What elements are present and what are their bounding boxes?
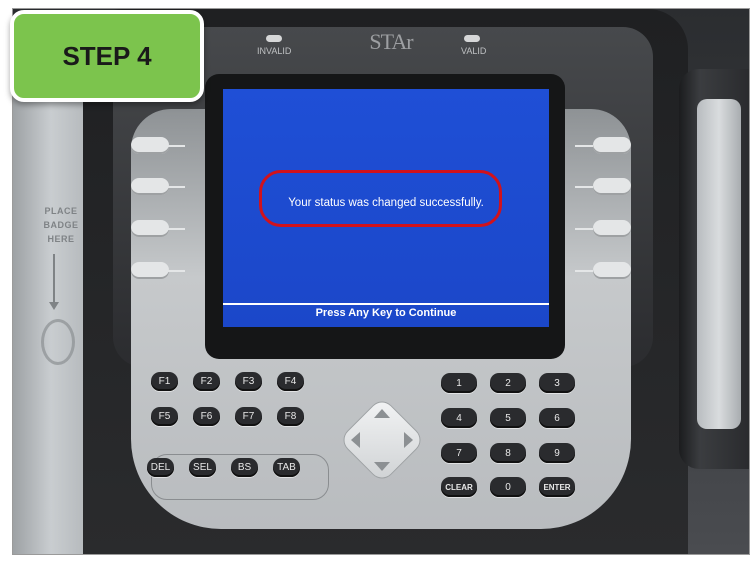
key-5[interactable]: 5 [490, 408, 526, 428]
arrow-right-icon[interactable] [404, 432, 413, 448]
key-9[interactable]: 9 [539, 443, 575, 463]
key-2[interactable]: 2 [490, 373, 526, 393]
softkey-left-3-line [167, 228, 185, 230]
key-f4[interactable]: F4 [277, 372, 304, 391]
screen-divider [223, 303, 549, 305]
softkey-left-2[interactable] [131, 178, 169, 195]
softkey-left-3[interactable] [131, 220, 169, 237]
key-3[interactable]: 3 [539, 373, 575, 393]
key-f1[interactable]: F1 [151, 372, 178, 391]
key-f7[interactable]: F7 [235, 407, 262, 426]
key-f8[interactable]: F8 [277, 407, 304, 426]
softkey-right-2[interactable] [593, 178, 631, 195]
step-label: STEP 4 [62, 40, 152, 71]
key-del[interactable]: DEL [147, 458, 174, 477]
softkey-left-2-line [167, 186, 185, 188]
message-highlight-outline [259, 170, 502, 227]
softkey-right-3[interactable] [593, 220, 631, 237]
softkey-right-4[interactable] [593, 262, 631, 279]
key-bs[interactable]: BS [231, 458, 258, 477]
direction-pad[interactable] [339, 397, 425, 483]
key-4[interactable]: 4 [441, 408, 477, 428]
rfid-icon [41, 319, 75, 365]
invalid-led [266, 35, 282, 42]
softkey-left-1-line [167, 145, 185, 147]
place-badge-label: PLACE BADGE HERE [43, 206, 79, 244]
key-7[interactable]: 7 [441, 443, 477, 463]
softkey-left-4[interactable] [131, 262, 169, 279]
arrow-left-icon[interactable] [351, 432, 360, 448]
key-0[interactable]: 0 [490, 477, 526, 497]
softkey-left-4-line [167, 270, 185, 272]
softkey-right-4-line [575, 270, 593, 272]
key-1[interactable]: 1 [441, 373, 477, 393]
key-enter[interactable]: ENTER [539, 477, 575, 497]
arrow-up-icon[interactable] [374, 409, 390, 418]
key-tab[interactable]: TAB [273, 458, 300, 477]
key-8[interactable]: 8 [490, 443, 526, 463]
softkey-right-1[interactable] [593, 137, 631, 154]
softkey-right-2-line [575, 186, 593, 188]
valid-led [464, 35, 480, 42]
arrow-down-icon[interactable] [374, 462, 390, 471]
key-sel[interactable]: SEL [189, 458, 216, 477]
right-rail-grip [697, 99, 741, 429]
key-6[interactable]: 6 [539, 408, 575, 428]
key-f6[interactable]: F6 [193, 407, 220, 426]
key-f3[interactable]: F3 [235, 372, 262, 391]
softkey-right-3-line [575, 228, 593, 230]
step-badge: STEP 4 [10, 10, 204, 102]
softkey-left-1[interactable] [131, 137, 169, 154]
down-arrow-icon [49, 254, 59, 310]
key-clear[interactable]: CLEAR [441, 477, 477, 497]
key-f5[interactable]: F5 [151, 407, 178, 426]
invalid-led-label: INVALID [257, 46, 292, 56]
continue-prompt: Press Any Key to Continue [315, 307, 457, 319]
device-logo: STAr [369, 29, 413, 54]
softkey-right-1-line [575, 145, 593, 147]
key-f2[interactable]: F2 [193, 372, 220, 391]
valid-led-label: VALID [461, 46, 487, 56]
